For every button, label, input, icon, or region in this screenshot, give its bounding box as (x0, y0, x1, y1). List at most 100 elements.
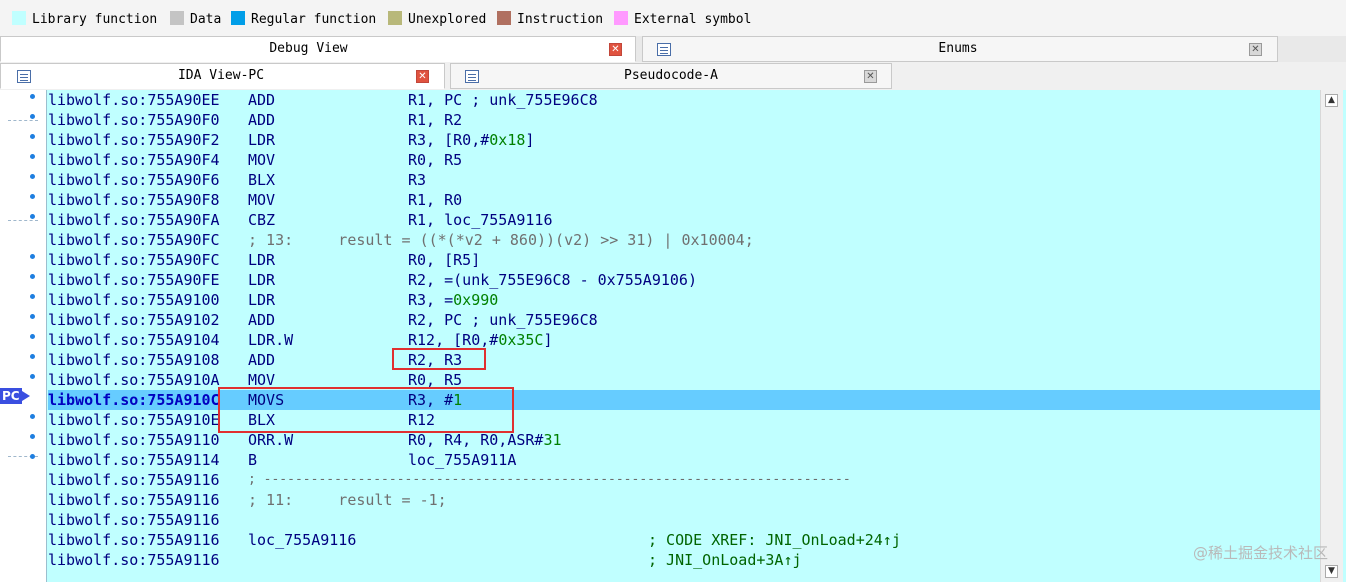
mnemonic: LDR (248, 271, 276, 289)
breakpoint-dot[interactable] (30, 154, 35, 159)
disasm-line[interactable]: libwolf.so:755A90F6 BLX R3 (48, 170, 1320, 190)
close-icon[interactable]: ✕ (416, 70, 429, 83)
operands[interactable]: R1, loc_755A9116 (408, 210, 553, 230)
legend-label: Unexplored (408, 12, 487, 27)
disasm-separator-line[interactable]: libwolf.so:755A9116 ; -------------------… (48, 470, 1320, 490)
breakpoint-dot[interactable] (30, 314, 35, 319)
operands[interactable]: R2, PC ; unk_755E96C8 (408, 310, 598, 330)
address: libwolf.so:755A9102 (48, 311, 220, 329)
breakpoint-dot[interactable] (30, 274, 35, 279)
breakpoint-dot[interactable] (30, 194, 35, 199)
operands[interactable]: R3, =0x990 (408, 290, 498, 310)
address: libwolf.so:755A90F8 (48, 191, 220, 209)
close-icon[interactable]: ✕ (864, 70, 877, 83)
disasm-line[interactable]: libwolf.so:755A90F0 ADD R1, R2 (48, 110, 1320, 130)
tab-debug-view[interactable]: Debug View ✕ (0, 36, 636, 62)
operands[interactable]: R0, [R5] (408, 250, 480, 270)
vertical-scrollbar[interactable]: ▲ ▼ (1320, 90, 1343, 582)
legend-bar: Library function Data Regular function U… (0, 0, 1346, 36)
legend-item-regular-function: Regular function (231, 11, 376, 27)
pc-marker: PC (0, 388, 30, 404)
operands[interactable]: R2, =(unk_755E96C8 - 0x755A9106) (408, 270, 697, 290)
operands[interactable]: R0, R4, R0,ASR#31 (408, 430, 562, 450)
disasm-line[interactable]: libwolf.so:755A9104 LDR.W R12, [R0,#0x35C] (48, 330, 1320, 350)
breakpoint-dot[interactable] (30, 374, 35, 379)
close-icon[interactable]: ✕ (609, 43, 622, 56)
operands[interactable]: R1, R2 (408, 110, 462, 130)
address: libwolf.so:755A910A (48, 371, 220, 389)
operands[interactable]: loc_755A911A (408, 450, 516, 470)
mnemonic: LDR (248, 131, 276, 149)
tab-pseudocode-a[interactable]: Pseudocode-A ✕ (450, 63, 892, 89)
legend-item-data: Data (170, 11, 221, 27)
operands[interactable]: R12, [R0,#0x35C] (408, 330, 553, 350)
operands[interactable]: R0, R5 (408, 150, 462, 170)
legend-label: Data (190, 12, 222, 27)
operands[interactable]: R3, [R0,#0x18] (408, 130, 534, 150)
address: libwolf.so:755A9114 (48, 451, 220, 469)
disasm-line[interactable]: libwolf.so:755A90F2 LDR R3, [R0,#0x18] (48, 130, 1320, 150)
disasm-comment-line[interactable]: libwolf.so:755A9116 ; 11: result = -1; (48, 490, 1320, 510)
breakpoint-dot[interactable] (30, 174, 35, 179)
operands[interactable]: R3 (408, 170, 426, 190)
breakpoint-dot[interactable] (30, 434, 35, 439)
scroll-up-icon[interactable]: ▲ (1325, 94, 1338, 107)
legend-item-library-function: Library function (12, 11, 157, 27)
disasm-line[interactable]: libwolf.so:755A9110 ORR.W R0, R4, R0,ASR#3… (48, 430, 1320, 450)
disasm-line[interactable]: libwolf.so:755A9100 LDR R3, =0x990 (48, 290, 1320, 310)
gutter-separator (8, 120, 38, 121)
mnemonic: ADD (248, 111, 276, 129)
breakpoint-dot[interactable] (30, 334, 35, 339)
legend-item-external-symbol: External symbol (614, 11, 751, 27)
tab-enums[interactable]: Enums ✕ (642, 36, 1278, 62)
breakpoint-dot[interactable] (30, 134, 35, 139)
address: libwolf.so:755A90FC (48, 251, 220, 269)
address: libwolf.so:755A9108 (48, 351, 220, 369)
breakpoint-dot[interactable] (30, 294, 35, 299)
regular-function-swatch (231, 11, 245, 25)
breakpoint-dot[interactable] (30, 254, 35, 259)
data-swatch (170, 11, 184, 25)
tab-ida-view-pc[interactable]: IDA View-PC ✕ (0, 63, 445, 89)
address: libwolf.so:755A90FA (48, 211, 220, 229)
xref-comment[interactable]: ; CODE XREF: JNI_OnLoad+24↑j (648, 530, 901, 550)
code-label[interactable]: loc_755A9116 (248, 530, 356, 550)
disasm-line[interactable]: libwolf.so:755A90FA CBZ R1, loc_755A9116 (48, 210, 1320, 230)
legend-label: External symbol (634, 12, 752, 27)
legend-item-unexplored: Unexplored (388, 11, 486, 27)
breakpoint-dot[interactable] (30, 114, 35, 119)
library-function-swatch (12, 11, 26, 25)
view-tab-row: IDA View-PC ✕ Pseudocode-A ✕ (0, 63, 1346, 89)
external-symbol-swatch (614, 11, 628, 25)
disasm-line[interactable]: libwolf.so:755A9116 (48, 510, 1320, 530)
mnemonic: ADD (248, 351, 276, 369)
scroll-down-icon[interactable]: ▼ (1325, 565, 1338, 578)
disasm-line[interactable]: libwolf.so:755A90FC LDR R0, [R5] (48, 250, 1320, 270)
xref-comment[interactable]: ; JNI_OnLoad+3A↑j (648, 550, 802, 570)
breakpoint-dot[interactable] (30, 214, 35, 219)
close-icon[interactable]: ✕ (1249, 43, 1262, 56)
disasm-label-line[interactable]: libwolf.so:755A9116 loc_755A9116 ; CODE XR… (48, 530, 1320, 550)
mnemonic: MOV (248, 151, 276, 169)
breakpoint-dot[interactable] (30, 414, 35, 419)
breakpoint-dot[interactable] (30, 454, 35, 459)
disasm-line[interactable]: libwolf.so:755A9108 ADD R2, R3 (48, 350, 1320, 370)
operands[interactable]: R1, PC ; unk_755E96C8 (408, 90, 598, 110)
tab-debug-view-label: Debug View (269, 41, 348, 56)
disasm-line[interactable]: libwolf.so:755A90EE ADD R1, PC ; unk_755E9… (48, 90, 1320, 110)
disasm-comment-line[interactable]: libwolf.so:755A90FC ; 13: result = ((*(*v… (48, 230, 1320, 250)
disassembly-view[interactable]: PC libwolf.so:755A90EE ADD R1, PC ; unk_75… (0, 90, 1346, 582)
mnemonic: LDR.W (248, 331, 294, 349)
breakpoint-dot[interactable] (30, 354, 35, 359)
disasm-line[interactable]: libwolf.so:755A90F8 MOV R1, R0 (48, 190, 1320, 210)
disasm-line[interactable]: libwolf.so:755A90FE LDR R2, =(unk_755E96C8… (48, 270, 1320, 290)
disasm-line[interactable]: libwolf.so:755A9102 ADD R2, PC ; unk_755E9… (48, 310, 1320, 330)
disasm-line[interactable]: libwolf.so:755A90F4 MOV R0, R5 (48, 150, 1320, 170)
address: libwolf.so:755A9110 (48, 431, 220, 449)
operands[interactable]: R1, R0 (408, 190, 462, 210)
mnemonic: ADD (248, 311, 276, 329)
disasm-line[interactable]: libwolf.so:755A9116 ; JNI_OnLoad+3A↑j (48, 550, 1320, 570)
breakpoint-dot[interactable] (30, 94, 35, 99)
mnemonic: MOV (248, 191, 276, 209)
disasm-line[interactable]: libwolf.so:755A9114 Bloc_755A911A (48, 450, 1320, 470)
